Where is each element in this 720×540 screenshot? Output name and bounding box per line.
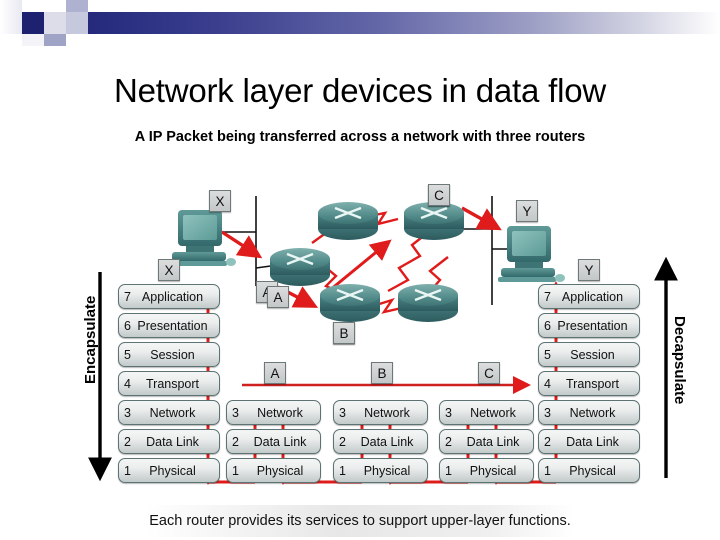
cloud-direction-arrow	[329, 239, 392, 292]
arrow-host-x-to-lan	[221, 230, 263, 259]
stack-label-router-b: B	[333, 322, 355, 344]
layer-label: Transport	[565, 376, 620, 391]
flow-label-c: C	[478, 362, 500, 384]
layer-box-b-2[interactable]: 2 Data Link	[333, 429, 428, 454]
caption-text: Each router provides its services to sup…	[149, 513, 571, 529]
layer-label: Session	[150, 347, 195, 362]
layer-label: Physical	[469, 463, 517, 478]
layer-number: 1	[232, 463, 239, 478]
layer-box-y-4[interactable]: 4 Transport	[538, 371, 640, 396]
layer-number: 4	[544, 376, 551, 391]
layer-number: 2	[544, 434, 551, 449]
layer-number: 2	[445, 434, 452, 449]
desktop-computer-icon-x	[169, 210, 236, 266]
stack-label-x: X	[158, 259, 180, 281]
layer-number: 2	[339, 434, 346, 449]
layer-number: 2	[232, 434, 239, 449]
lan-segments	[200, 196, 530, 305]
layer-number: 6	[124, 318, 131, 333]
layer-label: Data Link	[566, 434, 619, 449]
layer-number: 3	[124, 405, 131, 420]
layer-box-c-3[interactable]: 3 Network	[439, 400, 534, 425]
layer-number: 1	[445, 463, 452, 478]
layer-label: Presentation	[137, 318, 208, 333]
layer-box-y-5[interactable]: 5 Session	[538, 342, 640, 367]
layer-label: Presentation	[557, 318, 628, 333]
layer-box-y-1[interactable]: 1 Physical	[538, 458, 640, 483]
layer-number: 3	[445, 405, 452, 420]
stack-label-router-c: C	[428, 184, 450, 206]
router-icon-a	[270, 248, 330, 286]
layer-number: 1	[339, 463, 346, 478]
layer-box-c-2[interactable]: 2 Data Link	[439, 429, 534, 454]
layer-box-x-1[interactable]: 1 Physical	[118, 458, 220, 483]
layer-box-x-6[interactable]: 6 Presentation	[118, 313, 220, 338]
layer-label: Data Link	[466, 434, 520, 449]
layer-number: 4	[124, 376, 131, 391]
layer-box-a-1[interactable]: 1 Physical	[226, 458, 321, 483]
wan-red-path	[311, 206, 449, 314]
layer-label: Physical	[363, 463, 411, 478]
layer-number: 3	[339, 405, 346, 420]
desktop-computer-icon-y	[498, 226, 565, 282]
decapsulate-label: Decapsulate	[671, 316, 688, 405]
layer-number: 6	[544, 318, 551, 333]
layer-number: 3	[232, 405, 239, 420]
flow-label-a: A	[264, 362, 286, 384]
router-icon-top	[318, 202, 378, 240]
layer-box-a-2[interactable]: 2 Data Link	[226, 429, 321, 454]
layer-box-a-3[interactable]: 3 Network	[226, 400, 321, 425]
stack-label-y: Y	[578, 259, 600, 281]
layer-label: Application	[561, 289, 624, 304]
layer-label: Data Link	[360, 434, 414, 449]
layer-box-c-1[interactable]: 1 Physical	[439, 458, 534, 483]
layer-box-y-7[interactable]: 7 Application	[538, 284, 640, 309]
layer-label: Physical	[569, 463, 616, 478]
layer-number: 3	[544, 405, 551, 420]
layer-label: Physical	[256, 463, 304, 478]
layer-box-y-6[interactable]: 6 Presentation	[538, 313, 640, 338]
diagram-stage: X Y A B C X Y A B C A B C 7 Application …	[0, 0, 720, 540]
layer-box-b-1[interactable]: 1 Physical	[333, 458, 428, 483]
stack-label-router-a: A	[267, 286, 289, 308]
layer-label: Transport	[145, 376, 200, 391]
layer-label: Network	[569, 405, 616, 420]
layer-box-x-4[interactable]: 4 Transport	[118, 371, 220, 396]
layer-box-x-3[interactable]: 3 Network	[118, 400, 220, 425]
layer-number: 1	[124, 463, 131, 478]
layer-box-y-3[interactable]: 3 Network	[538, 400, 640, 425]
layer-number: 7	[124, 289, 131, 304]
arrow-router-c-to-y	[461, 206, 502, 231]
layer-label: Physical	[149, 463, 196, 478]
layer-number: 2	[124, 434, 131, 449]
topology-label-x: X	[209, 190, 231, 212]
layer-label: Data Link	[146, 434, 199, 449]
layer-label: Network	[257, 405, 303, 420]
layer-box-x-2[interactable]: 2 Data Link	[118, 429, 220, 454]
layer-number: 7	[544, 289, 551, 304]
router-icon-b	[320, 284, 380, 322]
topology-label-y: Y	[516, 200, 538, 222]
layer-label: Data Link	[253, 434, 307, 449]
layer-label: Session	[570, 347, 615, 362]
layer-box-b-3[interactable]: 3 Network	[333, 400, 428, 425]
encapsulate-label: Encapsulate	[82, 295, 99, 384]
layer-box-x-5[interactable]: 5 Session	[118, 342, 220, 367]
layer-label: Network	[149, 405, 196, 420]
layer-box-x-7[interactable]: 7 Application	[118, 284, 220, 309]
router-icon-lower	[398, 284, 458, 322]
layer-label: Network	[364, 405, 410, 420]
layer-number: 1	[544, 463, 551, 478]
flow-label-b: B	[371, 362, 393, 384]
layer-box-y-2[interactable]: 2 Data Link	[538, 429, 640, 454]
layer-number: 5	[544, 347, 551, 362]
layer-number: 5	[124, 347, 131, 362]
layer-label: Application	[141, 289, 204, 304]
layer-label: Network	[470, 405, 516, 420]
router-icon-c	[404, 202, 464, 240]
